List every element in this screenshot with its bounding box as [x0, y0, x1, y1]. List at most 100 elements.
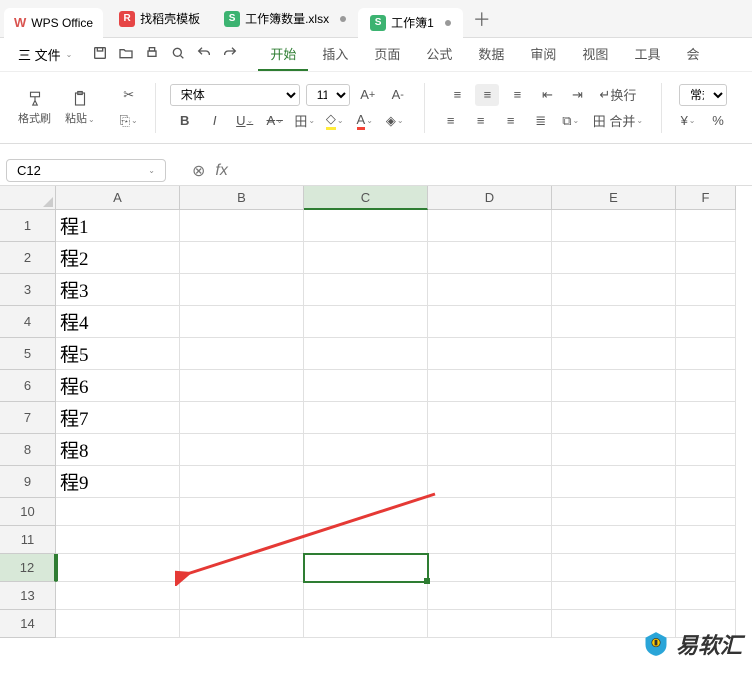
cell[interactable] [304, 434, 428, 466]
cell[interactable] [552, 402, 676, 434]
cell[interactable] [180, 338, 304, 370]
cell-A5[interactable]: 程5 [56, 338, 180, 370]
row-header[interactable]: 12 [0, 554, 56, 582]
cell[interactable] [428, 210, 552, 242]
col-header-A[interactable]: A [56, 186, 180, 210]
cell[interactable] [552, 306, 676, 338]
cell[interactable] [676, 582, 736, 610]
cell[interactable] [552, 498, 676, 526]
tab-workbook1[interactable]: S 工作簿1 [358, 8, 463, 38]
cell[interactable] [676, 526, 736, 554]
cell[interactable] [56, 554, 180, 582]
cell[interactable] [552, 274, 676, 306]
align-top-button[interactable]: ≡ [445, 84, 469, 106]
col-header-B[interactable]: B [180, 186, 304, 210]
align-center-button[interactable]: ≡ [469, 110, 493, 132]
cell[interactable] [552, 466, 676, 498]
cell[interactable] [304, 466, 428, 498]
row-header[interactable]: 13 [0, 582, 56, 610]
ribbon-tab-page[interactable]: 页面 [362, 38, 412, 71]
new-tab-button[interactable]: ＋ [463, 6, 501, 32]
cell[interactable] [676, 210, 736, 242]
cell[interactable] [180, 554, 304, 582]
tab-templates[interactable]: R 找稻壳模板 [107, 0, 212, 38]
row-header[interactable]: 9 [0, 466, 56, 498]
cell[interactable] [676, 338, 736, 370]
cell[interactable] [180, 306, 304, 338]
row-header[interactable]: 11 [0, 526, 56, 554]
cell[interactable] [676, 274, 736, 306]
row-header[interactable]: 14 [0, 610, 56, 638]
cell[interactable] [304, 242, 428, 274]
cell[interactable] [552, 242, 676, 274]
cell[interactable] [552, 582, 676, 610]
align-left-button[interactable]: ≡ [439, 110, 463, 132]
cell[interactable] [180, 402, 304, 434]
strikethrough-button[interactable]: A⌄ [263, 110, 287, 132]
merge-button[interactable]: 田 合并⌄ [589, 110, 647, 132]
cell[interactable] [428, 554, 552, 582]
cell-A8[interactable]: 程8 [56, 434, 180, 466]
cell[interactable] [180, 526, 304, 554]
folder-icon[interactable] [118, 45, 134, 64]
cell-A9[interactable]: 程9 [56, 466, 180, 498]
cell[interactable] [428, 370, 552, 402]
row-header[interactable]: 7 [0, 402, 56, 434]
cell[interactable] [180, 434, 304, 466]
cell-area[interactable]: 程1 程2 程3 程4 程5 程6 程7 程8 程9 [56, 210, 736, 638]
cell[interactable] [180, 370, 304, 402]
col-header-C[interactable]: C [304, 186, 428, 210]
select-all-corner[interactable] [0, 186, 56, 210]
cell[interactable] [428, 526, 552, 554]
number-format-select[interactable]: 常规 [679, 84, 727, 106]
bold-button[interactable]: B [173, 110, 197, 132]
cell-C12-selected[interactable] [304, 554, 428, 582]
col-header-D[interactable]: D [428, 186, 552, 210]
cell-A4[interactable]: 程4 [56, 306, 180, 338]
cell[interactable] [56, 498, 180, 526]
cell[interactable] [304, 610, 428, 638]
cell[interactable] [676, 466, 736, 498]
cell[interactable] [304, 370, 428, 402]
align-right-button[interactable]: ≡ [499, 110, 523, 132]
undo-icon[interactable] [196, 45, 212, 64]
italic-button[interactable]: I [203, 110, 227, 132]
cell[interactable] [552, 526, 676, 554]
currency-button[interactable]: ¥⌄ [676, 110, 700, 132]
cell[interactable] [56, 582, 180, 610]
cell[interactable] [304, 526, 428, 554]
cell[interactable] [428, 466, 552, 498]
cell[interactable] [552, 370, 676, 402]
increase-font-button[interactable]: A+ [356, 84, 380, 106]
row-header[interactable]: 6 [0, 370, 56, 402]
decrease-font-button[interactable]: A- [386, 84, 410, 106]
cell[interactable] [676, 498, 736, 526]
cell[interactable] [56, 610, 180, 638]
cut-button[interactable]: ✂ [117, 84, 141, 106]
cell[interactable] [428, 274, 552, 306]
cell[interactable] [428, 610, 552, 638]
ribbon-tab-more[interactable]: 会 [674, 38, 711, 71]
row-header[interactable]: 2 [0, 242, 56, 274]
fx-icon[interactable]: fx [215, 162, 227, 180]
row-header[interactable]: 4 [0, 306, 56, 338]
cell[interactable] [676, 402, 736, 434]
decrease-indent-button[interactable]: ⇤ [535, 84, 559, 106]
cell[interactable] [552, 210, 676, 242]
preview-icon[interactable] [170, 45, 186, 64]
cell-A2[interactable]: 程2 [56, 242, 180, 274]
row-header[interactable]: 3 [0, 274, 56, 306]
row-header[interactable]: 5 [0, 338, 56, 370]
cell[interactable] [304, 582, 428, 610]
ribbon-tab-tools[interactable]: 工具 [622, 38, 672, 71]
cell[interactable] [552, 338, 676, 370]
cell[interactable] [428, 498, 552, 526]
cell[interactable] [676, 434, 736, 466]
cell[interactable] [304, 402, 428, 434]
col-header-F[interactable]: F [676, 186, 736, 210]
print-icon[interactable] [144, 45, 160, 64]
cell[interactable] [304, 210, 428, 242]
formula-input-zone[interactable]: ⊗ fx [192, 161, 228, 181]
font-size-select[interactable]: 11 [306, 84, 350, 106]
tab-workbook-count[interactable]: S 工作簿数量.xlsx [212, 0, 358, 38]
